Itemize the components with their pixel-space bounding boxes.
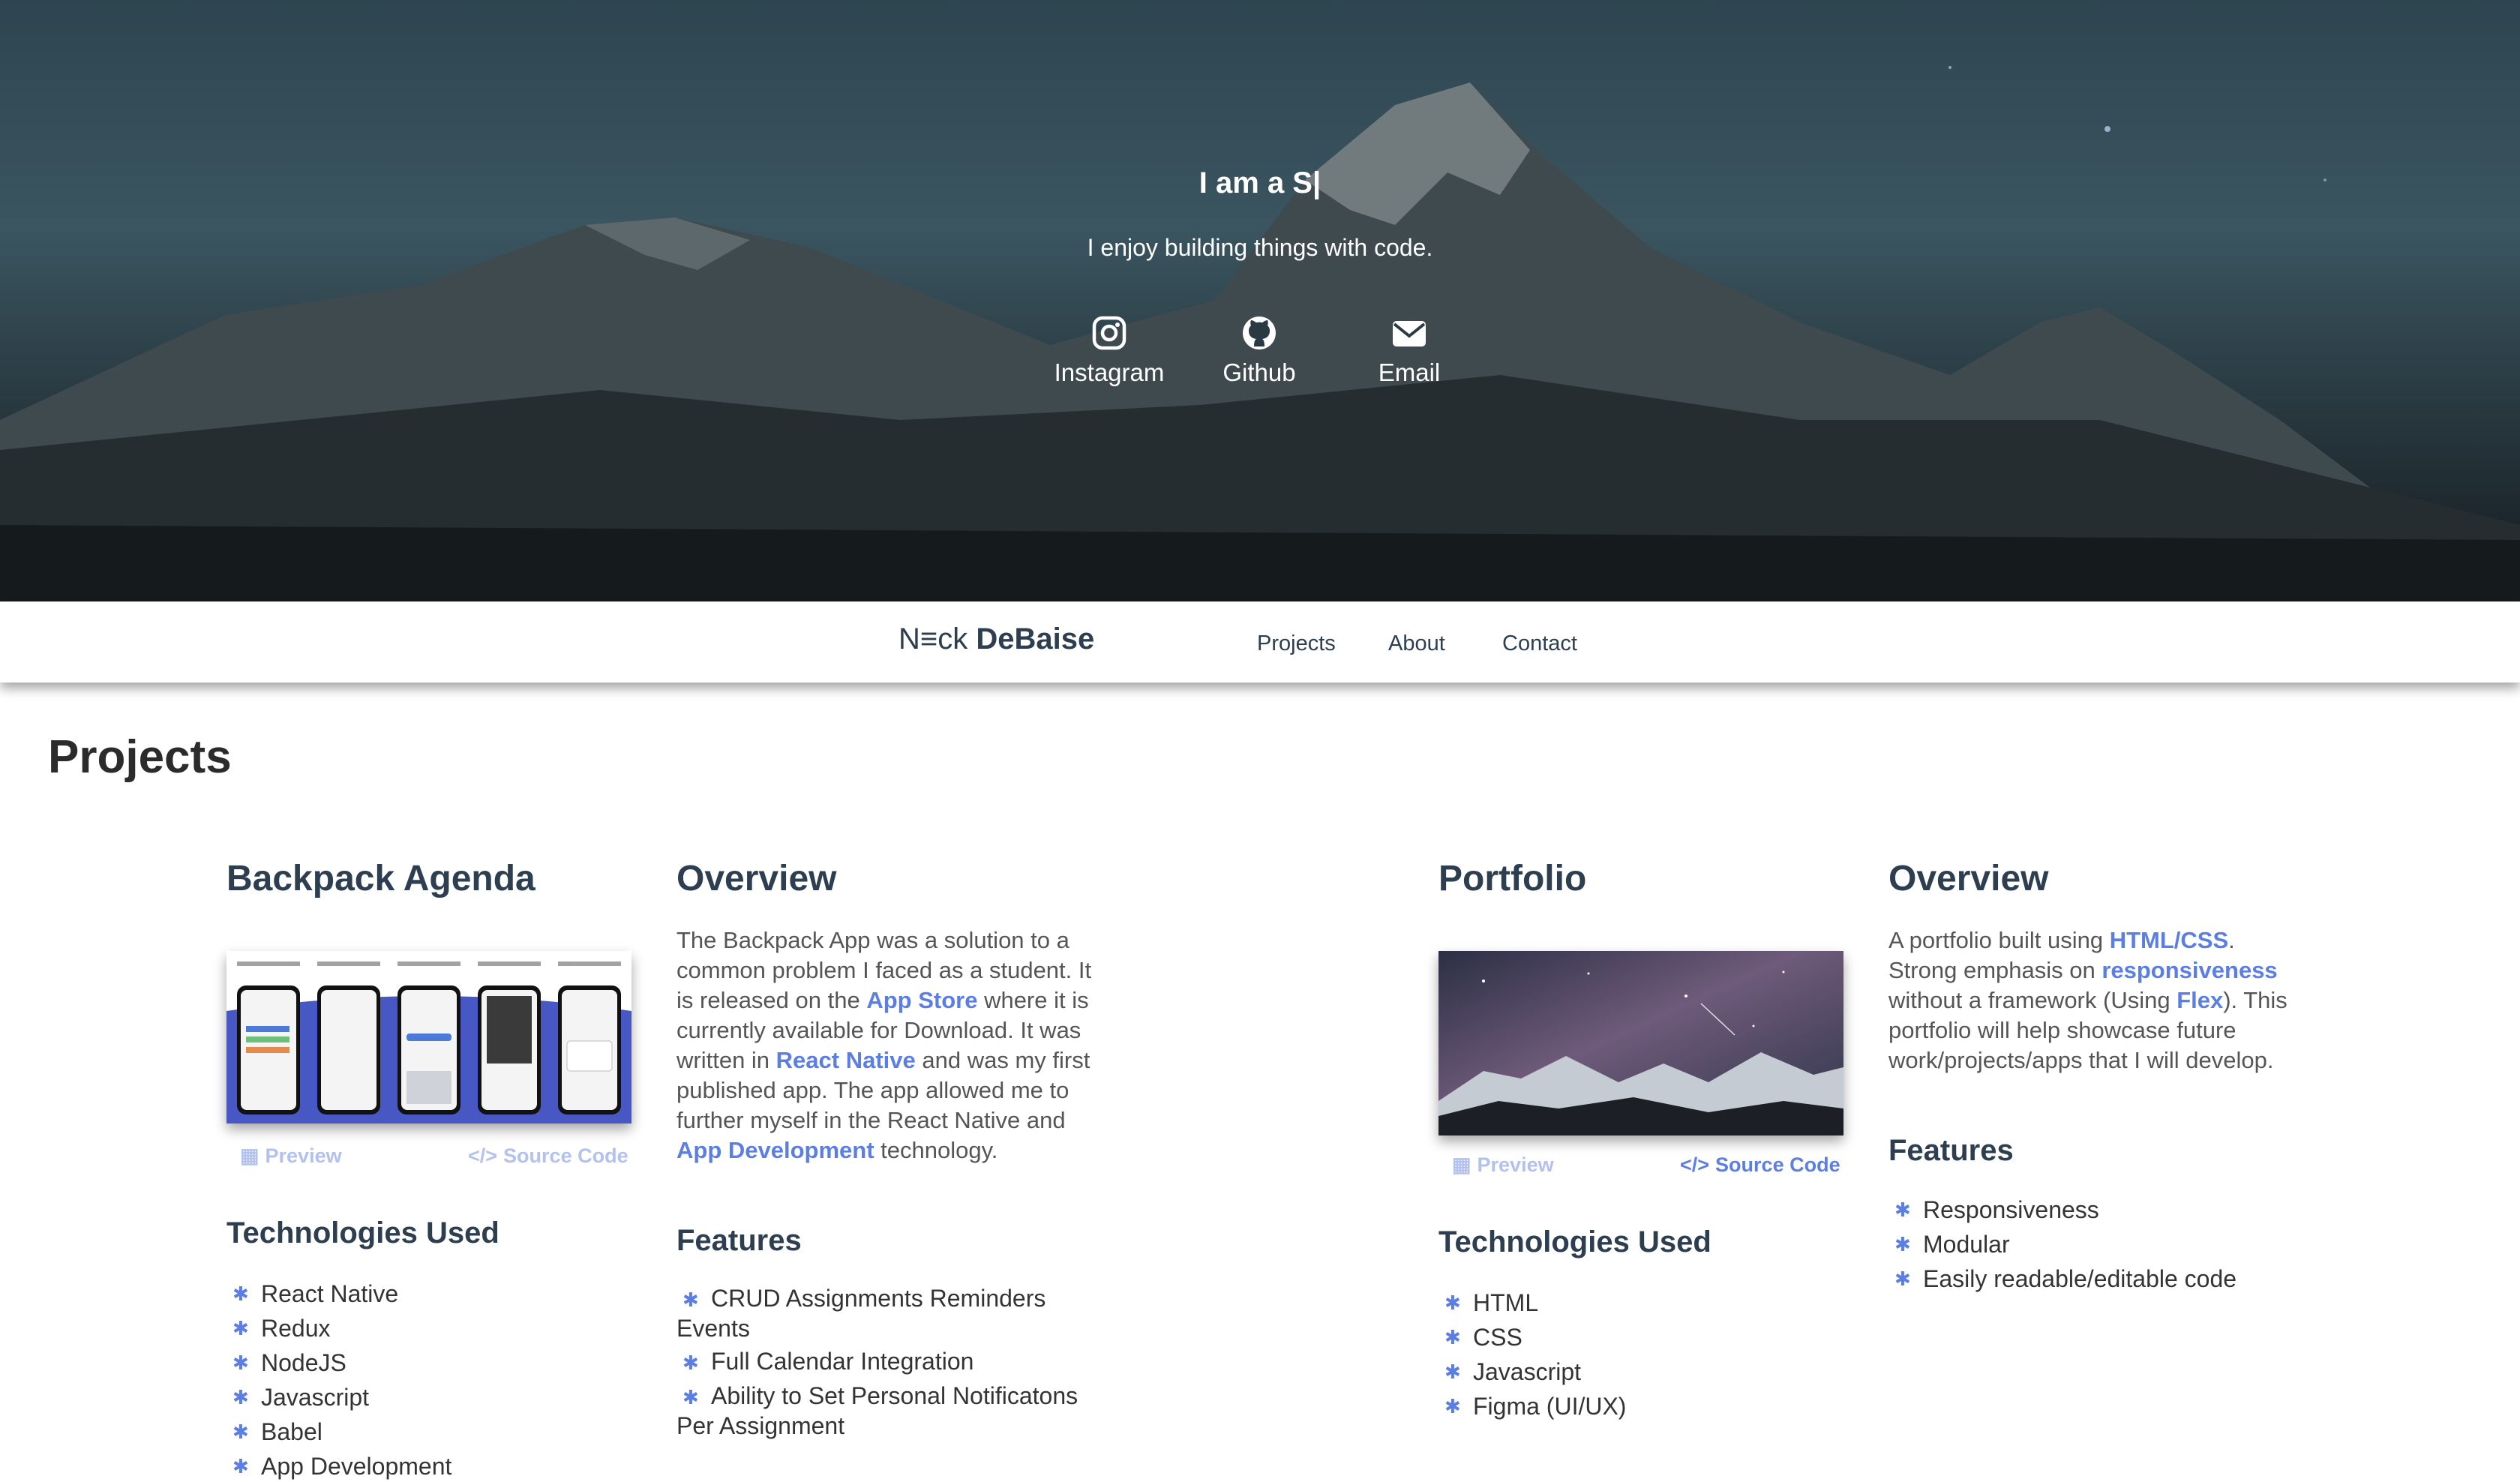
portfolio-screenshot — [1438, 951, 1844, 1136]
projects-heading: Projects — [48, 731, 232, 783]
preview-label: Preview — [265, 1144, 342, 1167]
list-item: ✱ Javascript — [226, 1380, 452, 1414]
list-item: ✱ CSS — [1438, 1320, 1626, 1354]
instagram-link[interactable]: Instagram — [1034, 315, 1184, 387]
instagram-label: Instagram — [1054, 358, 1165, 386]
asterisk-bullet-icon: ✱ — [232, 1455, 249, 1478]
hero-title: I am a S| — [1198, 166, 1322, 200]
overview-heading: Overview — [676, 859, 837, 898]
email-icon — [1393, 321, 1426, 346]
asterisk-bullet-icon: ✱ — [1894, 1198, 1911, 1221]
overview-text: The Backpack App was a solution to a com… — [676, 927, 1092, 1163]
overview-text: A portfolio built using HTML/CSS. Strong… — [1888, 927, 2288, 1073]
flex-highlight: Flex — [2176, 987, 2224, 1013]
asterisk-bullet-icon: ✱ — [1894, 1233, 1911, 1256]
mountain-backdrop — [0, 66, 2520, 602]
overview-heading: Overview — [1888, 859, 2049, 898]
nav-about-link[interactable]: About — [1388, 632, 1445, 656]
list-item: ✱ Modular — [1888, 1227, 2236, 1262]
list-item: ✱ Figma (UI/UX) — [1438, 1389, 1626, 1424]
backpack-app-screenshot — [226, 951, 632, 1124]
asterisk-bullet-icon: ✱ — [1444, 1360, 1461, 1383]
list-item: ✱ App Development — [226, 1449, 452, 1482]
preview-link[interactable]: ▦ Preview — [1452, 1154, 1554, 1177]
list-item: ✱ Responsiveness — [1888, 1192, 2236, 1227]
preview-label: Preview — [1477, 1154, 1554, 1176]
brand-logo[interactable]: N≡ck DeBaise — [898, 622, 1094, 656]
source-code-label: Source Code — [1715, 1154, 1840, 1176]
asterisk-bullet-icon: ✱ — [682, 1386, 699, 1408]
html-css-highlight: HTML/CSS — [2109, 927, 2229, 953]
technologies-heading: Technologies Used — [226, 1216, 500, 1250]
technologies-heading: Technologies Used — [1438, 1226, 1712, 1258]
list-item: ✱ Full Calendar Integration — [676, 1347, 1082, 1377]
react-native-highlight: React Native — [776, 1047, 916, 1073]
technologies-list: ✱ HTML ✱ CSS ✱ Javascript ✱ Figma (UI/UX) — [1438, 1286, 1626, 1424]
asterisk-bullet-icon: ✱ — [232, 1282, 249, 1305]
asterisk-bullet-icon: ✱ — [682, 1288, 699, 1311]
asterisk-bullet-icon: ✱ — [232, 1420, 249, 1443]
asterisk-bullet-icon: ✱ — [682, 1352, 699, 1374]
list-item: ✱ Ability to Set Personal Notificatons Pe… — [676, 1382, 1078, 1439]
asterisk-bullet-icon: ✱ — [1444, 1326, 1461, 1348]
asterisk-bullet-icon: ✱ — [1444, 1292, 1461, 1314]
list-item: ✱ NodeJS — [226, 1346, 452, 1380]
list-item: ✱ HTML — [1438, 1286, 1626, 1320]
portfolio-night-sky-image — [1438, 951, 1844, 1136]
features-list: ✱ CRUD Assignments Reminders Events ✱ Full… — [676, 1284, 1082, 1444]
features-heading: Features — [676, 1224, 802, 1257]
hero-subtitle: I enjoy building things with code. — [1087, 234, 1433, 261]
hero-banner: I am a S| I enjoy building things with c… — [0, 0, 2520, 602]
source-code-link[interactable]: </> Source Code — [1680, 1154, 1840, 1177]
asterisk-bullet-icon: ✱ — [1894, 1268, 1911, 1290]
nav-contact-link[interactable]: Contact — [1502, 632, 1577, 656]
email-link[interactable]: Email — [1334, 315, 1484, 387]
instagram-icon — [1092, 316, 1126, 350]
features-list: ✱ Responsiveness ✱ Modular ✱ Easily readabl… — [1888, 1192, 2236, 1296]
list-item: ✱ Redux — [226, 1311, 452, 1346]
technologies-list: ✱ React Native ✱ Redux ✱ NodeJS ✱ Javascript… — [226, 1276, 452, 1482]
source-code-label: Source Code — [503, 1144, 628, 1167]
project-title: Portfolio — [1438, 859, 1587, 898]
list-item: ✱ React Native — [226, 1276, 452, 1311]
document-icon: ▦ — [1452, 1154, 1472, 1176]
github-link[interactable]: Github — [1184, 315, 1334, 387]
list-item: ✱ CRUD Assignments Reminders Events — [676, 1285, 1046, 1342]
nav-projects-link[interactable]: Projects — [1257, 632, 1336, 656]
backpack-app-phones-image — [226, 951, 632, 1124]
asterisk-bullet-icon: ✱ — [232, 1317, 249, 1340]
project-title: Backpack Agenda — [226, 859, 536, 898]
list-item: ✱ Babel — [226, 1414, 452, 1449]
github-icon — [1243, 316, 1276, 350]
github-label: Github — [1222, 358, 1296, 386]
preview-link[interactable]: ▦ Preview — [240, 1144, 342, 1168]
list-item: ✱ Javascript — [1438, 1354, 1626, 1389]
brand-first-name: N≡ck — [898, 622, 968, 656]
features-heading: Features — [1888, 1134, 2014, 1167]
app-store-highlight: App Store — [866, 987, 978, 1013]
code-icon: </> — [468, 1144, 498, 1167]
responsiveness-highlight: responsiveness — [2102, 957, 2278, 983]
source-code-link[interactable]: </> Source Code — [468, 1144, 628, 1168]
top-navbar: N≡ck DeBaise Projects About Contact — [0, 602, 2520, 682]
brand-last-name: DeBaise — [976, 622, 1095, 656]
list-item: ✱ Easily readable/editable code — [1888, 1262, 2236, 1296]
document-icon: ▦ — [240, 1144, 260, 1167]
email-label: Email — [1378, 358, 1441, 386]
asterisk-bullet-icon: ✱ — [232, 1352, 249, 1374]
app-development-highlight: App Development — [676, 1137, 874, 1163]
code-icon: </> — [1680, 1154, 1710, 1176]
asterisk-bullet-icon: ✱ — [232, 1386, 249, 1408]
asterisk-bullet-icon: ✱ — [1444, 1395, 1461, 1418]
